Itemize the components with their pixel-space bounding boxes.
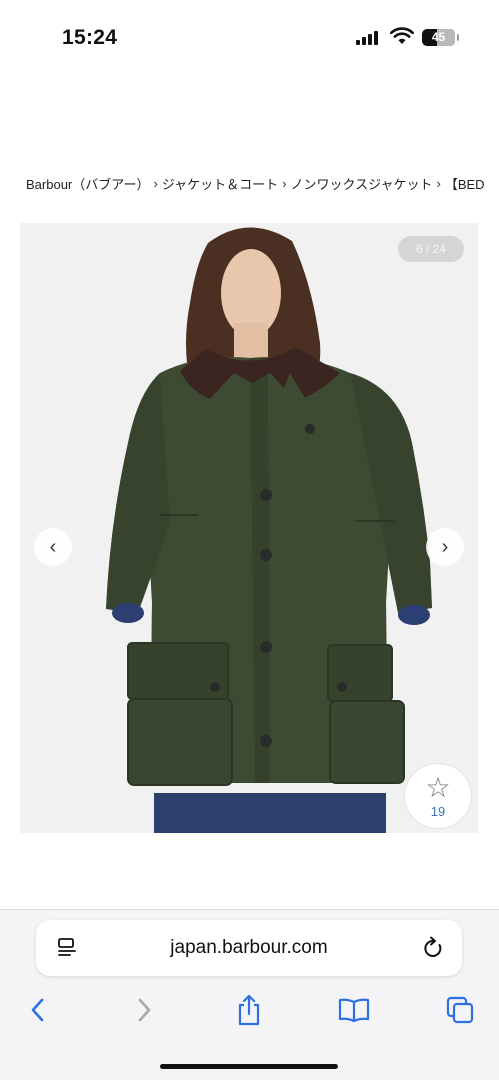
next-image-button[interactable]: › <box>426 528 464 566</box>
image-counter: 6 / 24 <box>398 236 464 262</box>
battery-icon: 45 <box>422 29 459 46</box>
home-indicator[interactable] <box>160 1064 338 1069</box>
breadcrumb-separator: › <box>153 175 158 191</box>
breadcrumb-item-category[interactable]: ジャケット＆コート <box>162 174 278 193</box>
reload-icon[interactable] <box>422 936 444 960</box>
forward-icon <box>138 998 151 1022</box>
bookmarks-button[interactable] <box>334 990 374 1030</box>
favorite-button[interactable]: ☆ 19 <box>404 763 472 829</box>
battery-level: 45 <box>431 30 446 44</box>
breadcrumb-item-brand[interactable]: Barbour（バブアー） <box>26 174 149 193</box>
chevron-right-icon: › <box>441 535 449 558</box>
breadcrumb-item-subcategory[interactable]: ノンワックスジャケット <box>291 174 433 193</box>
cellular-signal-icon <box>356 31 382 45</box>
breadcrumb-separator: › <box>436 175 441 191</box>
wifi-icon <box>390 27 414 44</box>
forward-button[interactable] <box>124 990 164 1030</box>
share-icon <box>238 994 260 1026</box>
share-button[interactable] <box>229 990 269 1030</box>
status-time: 15:24 <box>62 26 118 49</box>
address-bar[interactable]: japan.barbour.com <box>36 920 462 976</box>
star-icon: ☆ <box>425 771 451 803</box>
breadcrumb-item-product[interactable]: 【BED <box>445 174 485 193</box>
breadcrumb-separator: › <box>282 175 287 191</box>
bookmarks-icon <box>338 998 370 1023</box>
back-icon <box>31 998 44 1022</box>
chevron-left-icon: ‹ <box>49 535 57 558</box>
previous-image-button[interactable]: ‹ <box>34 528 72 566</box>
tabs-icon <box>446 996 474 1024</box>
product-photo[interactable] <box>20 223 478 833</box>
breadcrumb: Barbour（バブアー） › ジャケット＆コート › ノンワックスジャケット … <box>26 172 499 194</box>
product-image-gallery[interactable]: 6 / 24 ‹ › ☆ 19 <box>20 223 478 833</box>
page-menu-icon[interactable] <box>56 937 78 959</box>
status-bar: 15:24 45 <box>0 0 499 72</box>
tabs-button[interactable] <box>440 990 480 1030</box>
favorite-count: 19 <box>430 803 446 819</box>
back-button[interactable] <box>18 990 58 1030</box>
url-text[interactable]: japan.barbour.com <box>116 937 382 959</box>
